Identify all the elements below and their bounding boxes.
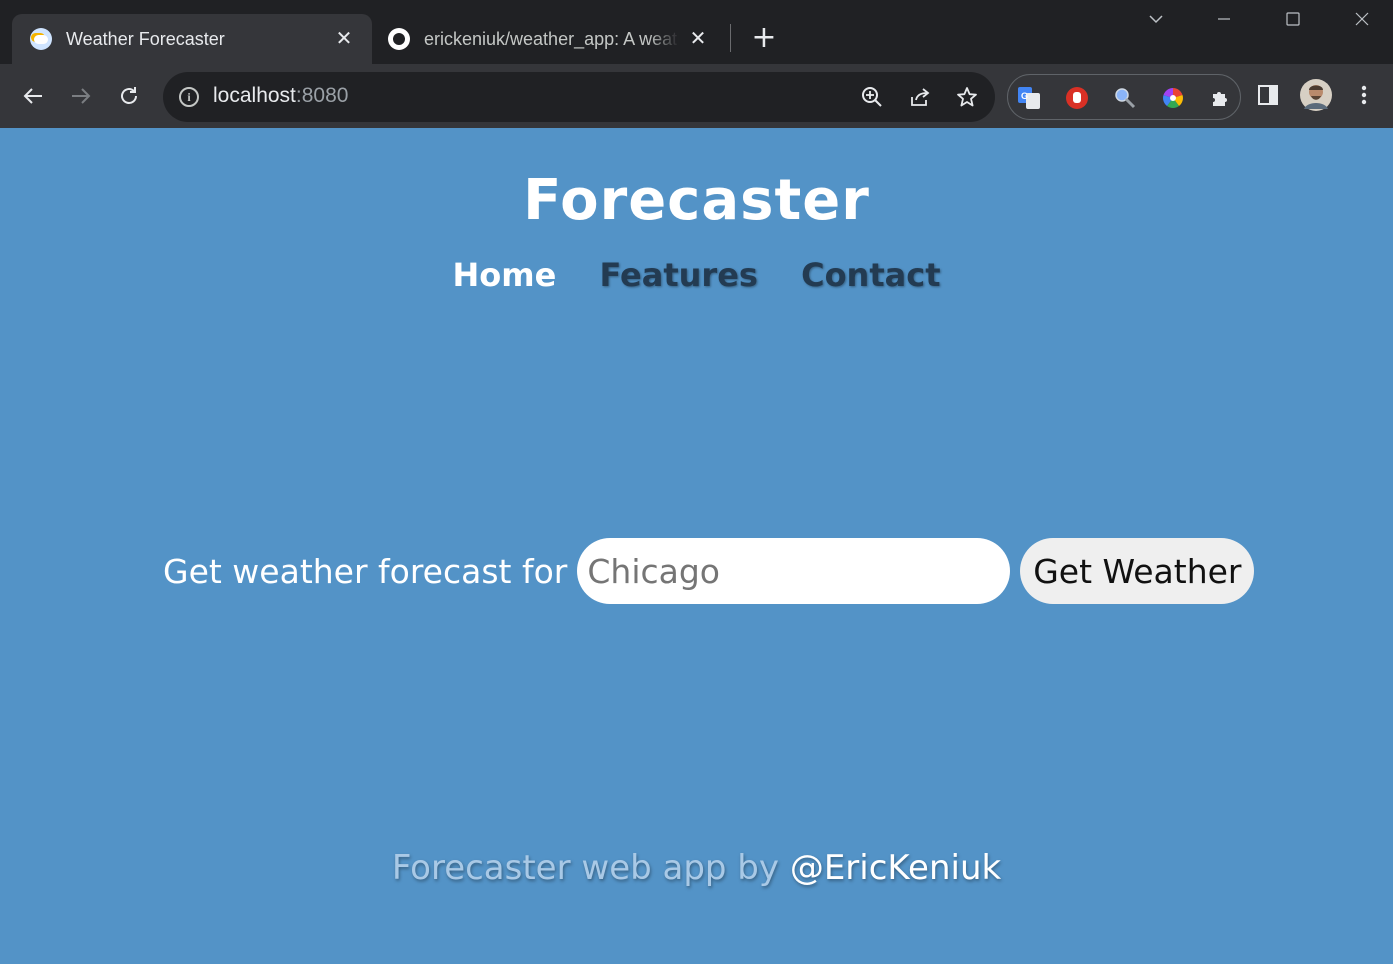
color-wheel-icon[interactable] (1160, 85, 1186, 111)
svg-text:G: G (1021, 91, 1028, 101)
forecast-search-form: Get weather forecast for Get Weather (163, 538, 1255, 604)
kebab-menu-icon[interactable] (1349, 80, 1379, 110)
reload-icon[interactable] (111, 78, 147, 114)
browser-toolbar: i localhost:8080 G (0, 64, 1393, 128)
close-tab-icon[interactable]: ✕ (686, 26, 710, 50)
site-title: Forecaster (523, 168, 870, 233)
google-translate-icon[interactable]: G (1016, 85, 1042, 111)
url-host: localhost (213, 84, 296, 107)
tab-weather-forecaster[interactable]: Weather Forecaster ✕ (12, 14, 372, 64)
back-arrow-icon[interactable] (15, 78, 51, 114)
author-link[interactable]: @EricKeniuk (790, 848, 1001, 888)
nav-features[interactable]: Features (599, 256, 757, 294)
extensions-group: G (1007, 74, 1241, 120)
close-window-icon[interactable] (1342, 8, 1382, 38)
city-input[interactable] (577, 538, 1011, 604)
profile-avatar[interactable] (1299, 78, 1333, 112)
new-tab-button[interactable]: + (748, 22, 780, 54)
url-port: :8080 (295, 84, 349, 107)
share-icon[interactable] (907, 84, 933, 110)
address-bar[interactable]: i localhost:8080 (163, 72, 995, 122)
footer-credit-text: Forecaster web app by (391, 848, 790, 888)
close-tab-icon[interactable]: ✕ (332, 26, 356, 50)
tab-title: erickeniuk/weather_app: A weath (424, 28, 679, 49)
url-text: localhost:8080 (213, 84, 348, 108)
main-nav: Home Features Contact (0, 256, 1393, 294)
maximize-icon[interactable] (1273, 8, 1313, 38)
extensions-puzzle-icon[interactable] (1208, 85, 1234, 111)
search-label: Get weather forecast for (163, 551, 568, 591)
tab-github-repo[interactable]: erickeniuk/weather_app: A weath ✕ (374, 14, 726, 64)
tab-search-icon[interactable] (1136, 8, 1176, 38)
minimize-icon[interactable] (1204, 8, 1244, 38)
weather-cloud-icon (30, 28, 52, 50)
tab-title: Weather Forecaster (66, 28, 225, 49)
site-info-icon[interactable]: i (179, 87, 199, 107)
footer: Forecaster web app by @EricKeniuk (0, 848, 1393, 888)
tab-separator (730, 24, 731, 52)
side-panel-icon[interactable] (1253, 80, 1283, 110)
tab-strip: Weather Forecaster ✕ erickeniuk/weather_… (0, 0, 1393, 64)
zoom-icon[interactable] (859, 84, 885, 110)
page-body: Forecaster Home Features Contact Get wea… (0, 128, 1393, 964)
bookmark-star-icon[interactable] (954, 84, 980, 110)
nav-home[interactable]: Home (453, 256, 557, 294)
magnifier-extension-icon[interactable] (1112, 85, 1138, 111)
browser-chrome: Weather Forecaster ✕ erickeniuk/weather_… (0, 0, 1393, 128)
get-weather-button[interactable]: Get Weather (1020, 538, 1255, 604)
forward-arrow-icon[interactable] (63, 78, 99, 114)
github-icon (388, 28, 410, 50)
nav-contact[interactable]: Contact (801, 256, 940, 294)
adblock-hand-icon[interactable] (1064, 85, 1090, 111)
